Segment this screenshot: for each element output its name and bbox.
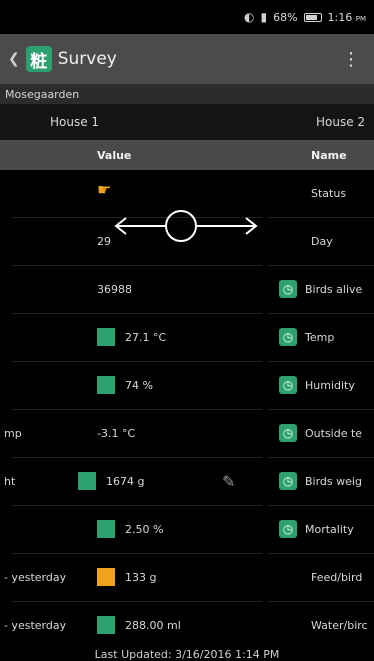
- table-row[interactable]: 27.1 °C ◷ Temp: [0, 314, 374, 362]
- clock-icon[interactable]: ◷: [279, 520, 297, 538]
- clock-icon[interactable]: ◷: [279, 424, 297, 442]
- last-updated-text: Last Updated: 3/16/2016 1:14 PM: [94, 648, 280, 661]
- row-value: 29: [97, 235, 111, 248]
- row-name: Birds alive: [305, 283, 363, 296]
- table-row[interactable]: 36988 ◷ Birds alive: [0, 266, 374, 314]
- row-label: - yesterday: [4, 619, 67, 632]
- row-name: Birds weig: [305, 475, 362, 488]
- row-name: Humidity: [305, 379, 355, 392]
- overflow-menu-icon[interactable]: ⋮: [342, 49, 360, 70]
- farm-name: Mosegaarden: [5, 87, 80, 101]
- farm-name-bar: Mosegaarden: [0, 84, 374, 104]
- last-updated-footer: Last Updated: 3/16/2016 1:14 PM: [0, 648, 374, 661]
- app-title: Survey: [57, 49, 117, 69]
- row-name: Outside te: [305, 427, 363, 440]
- hand-pointer-icon: ☛: [97, 180, 112, 199]
- clock-icon[interactable]: ◷: [279, 328, 297, 346]
- status-indicator-green: [97, 520, 115, 538]
- back-arrow-icon[interactable]: ❮: [8, 51, 20, 67]
- table-row[interactable]: 2.50 % ◷ Mortality: [0, 506, 374, 554]
- row-value: -3.1 °C: [97, 427, 136, 440]
- edit-pencil-icon[interactable]: ✎: [222, 472, 235, 491]
- app-bar: ❮ 粧 Survey ⋮: [0, 34, 374, 84]
- row-value: 36988: [97, 283, 132, 296]
- row-value: 288.00 ml: [125, 619, 181, 632]
- row-name: Temp: [305, 331, 335, 344]
- row-name: Mortality: [305, 523, 354, 536]
- clock-icon[interactable]: ◷: [279, 472, 297, 490]
- table-row[interactable]: - yesterday 133 g Feed/bird: [0, 554, 374, 602]
- clock-icon[interactable]: ◷: [279, 280, 297, 298]
- row-label: mp: [4, 427, 22, 440]
- row-name: Status: [311, 187, 347, 200]
- house-tabs: House 1 House 2: [0, 104, 374, 140]
- wifi-icon: ◐: [243, 10, 255, 24]
- status-indicator-green: [97, 616, 115, 634]
- status-indicator-orange: [97, 568, 115, 586]
- status-indicator-green: [78, 472, 96, 490]
- row-value: 27.1 °C: [125, 331, 167, 344]
- row-name: Day: [311, 235, 333, 248]
- clock-icon[interactable]: ◷: [279, 376, 297, 394]
- status-bar: ◐ ▮ 68% 1:16 PM: [0, 0, 374, 34]
- column-header: Value Name: [0, 140, 374, 170]
- battery-percent: 68%: [273, 10, 298, 24]
- status-indicator-green: [97, 376, 115, 394]
- row-value: 2.50 %: [125, 523, 164, 536]
- tab-house-2[interactable]: House 2: [316, 115, 365, 129]
- swipe-hint-icon: [114, 210, 258, 242]
- signal-icon: ▮: [260, 10, 268, 24]
- table-row[interactable]: mp -3.1 °C ◷ Outside te: [0, 410, 374, 458]
- row-value: 1674 g: [106, 475, 145, 488]
- column-name-header: Name: [311, 149, 347, 162]
- tab-house-1[interactable]: House 1: [50, 115, 99, 129]
- status-indicator-green: [97, 328, 115, 346]
- battery-icon: [303, 12, 322, 22]
- table-row[interactable]: - yesterday 288.00 ml Water/birc: [0, 602, 374, 650]
- table-row[interactable]: 74 % ◷ Humidity: [0, 362, 374, 410]
- survey-grid-icon[interactable]: 粧: [25, 46, 52, 72]
- row-name: Water/birc: [311, 619, 368, 632]
- table-row[interactable]: ht 1674 g ✎ ◷ Birds weig: [0, 458, 374, 506]
- row-value: 133 g: [125, 571, 157, 584]
- column-value-header: Value: [97, 149, 132, 162]
- row-value: 74 %: [125, 379, 153, 392]
- row-label: - yesterday: [4, 571, 67, 584]
- row-label: ht: [4, 475, 16, 488]
- clock-time: 1:16 PM: [327, 10, 366, 24]
- row-name: Feed/bird: [311, 571, 363, 584]
